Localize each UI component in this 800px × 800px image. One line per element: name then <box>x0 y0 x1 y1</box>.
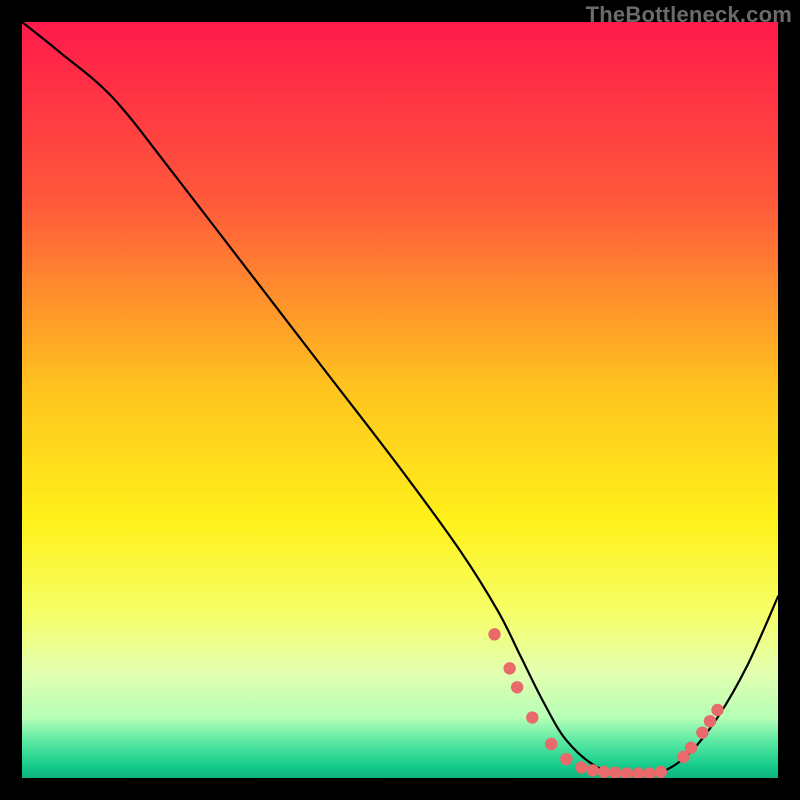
marker-point <box>560 753 572 765</box>
marker-point <box>503 662 515 674</box>
marker-point <box>545 738 557 750</box>
watermark-text: TheBottleneck.com <box>586 2 792 28</box>
gradient-background <box>22 22 778 778</box>
marker-point <box>575 761 587 773</box>
marker-point <box>704 715 716 727</box>
marker-point <box>587 764 599 776</box>
marker-point <box>511 681 523 693</box>
chart-stage: TheBottleneck.com <box>0 0 800 800</box>
marker-point <box>655 766 667 778</box>
marker-point <box>488 628 500 640</box>
marker-point <box>711 704 723 716</box>
marker-point <box>696 726 708 738</box>
chart-svg <box>22 22 778 778</box>
marker-point <box>598 766 610 778</box>
marker-point <box>526 711 538 723</box>
marker-point <box>685 742 697 754</box>
